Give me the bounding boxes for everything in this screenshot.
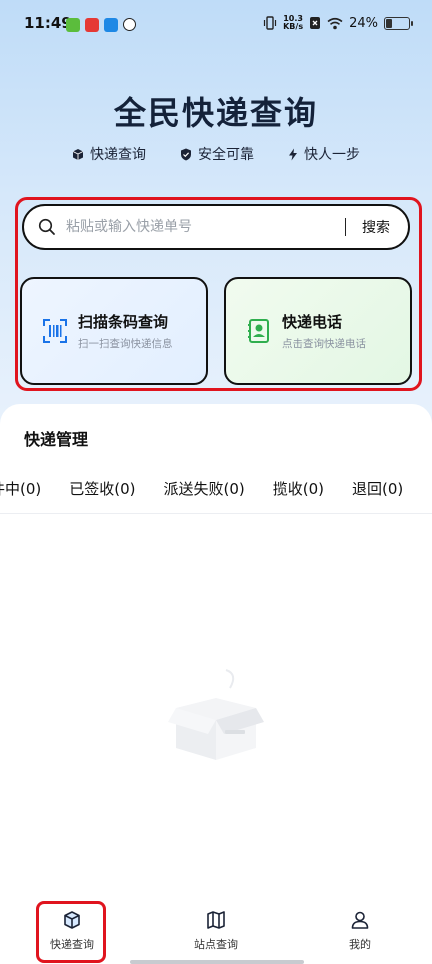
user-icon [351,911,369,929]
map-icon [207,911,225,929]
delivery-management-panel: 快递管理 件中(0) 已签收(0) 派送失败(0) 揽收(0) 退回(0) [0,404,432,904]
box-icon [72,148,84,160]
tracking-number-input[interactable] [64,218,345,236]
nav-station-query[interactable]: 站点查询 [176,910,256,952]
feature-label: 快递查询 [90,147,146,163]
nav-label: 我的 [349,938,371,951]
lightning-icon [289,148,297,160]
scan-card-title: 扫描条码查询 [78,313,169,331]
barcode-scan-icon [43,319,67,343]
feature-item: 安全可靠 [180,144,254,164]
tab-signed[interactable]: 已签收(0) [69,478,135,499]
wifi-icon [327,17,343,29]
section-title: 快递管理 [24,430,89,449]
cube-icon [64,911,80,929]
tab-picked-up[interactable]: 揽收(0) [273,478,324,499]
search-icon [38,218,55,235]
nav-profile[interactable]: 我的 [320,910,400,952]
tab-returned[interactable]: 退回(0) [352,478,403,499]
status-bar: 11:49 10.3 KB/s 24% [0,14,432,38]
courier-phone-card[interactable]: 快递电话 点击查询快递电话 [224,277,412,385]
empty-box-icon [168,669,264,760]
battery-percent: 24% [349,15,378,31]
shield-icon [181,148,191,160]
feature-label: 快人一步 [304,147,360,163]
net-speed: 10.3 KB/s [283,15,303,31]
vibrate-icon [264,16,277,30]
search-divider [344,218,346,236]
notification-icons [66,18,136,32]
search-bar: 搜索 [22,204,410,250]
battery-icon [384,16,413,30]
app-notification-icon [123,18,136,31]
tab-in-transit[interactable]: 件中(0) [0,478,41,499]
feature-list: 快递查询 安全可靠 快人一步 [0,144,432,164]
sim-icon [310,17,321,29]
feature-item: 快人一步 [288,144,360,164]
page-title: 全民快递查询 [113,94,318,132]
status-time: 11:49 [24,14,72,32]
nav-label: 站点查询 [194,938,238,951]
search-button[interactable]: 搜索 [362,217,390,237]
app-notification-icon [104,18,118,32]
phone-card-subtitle: 点击查询快递电话 [282,338,366,350]
status-tabs: 件中(0) 已签收(0) 派送失败(0) 揽收(0) 退回(0) [0,478,403,499]
net-speed-unit: KB/s [283,22,304,31]
scan-barcode-card[interactable]: 扫描条码查询 扫一扫查询快递信息 [20,277,208,385]
app-notification-icon [85,18,99,32]
nav-label: 快递查询 [50,938,94,951]
feature-label: 安全可靠 [198,147,254,163]
tab-delivery-failed[interactable]: 派送失败(0) [164,478,245,499]
feature-item: 快递查询 [72,144,146,164]
bottom-nav: 快递查询 站点查询 我的 [0,900,432,964]
tab-divider [0,513,432,514]
phone-card-title: 快递电话 [282,313,343,331]
home-indicator [130,960,304,964]
contact-book-icon [248,319,269,343]
app-notification-icon [66,18,80,32]
scan-card-subtitle: 扫一扫查询快递信息 [78,338,173,350]
nav-express-query[interactable]: 快递查询 [32,910,112,952]
